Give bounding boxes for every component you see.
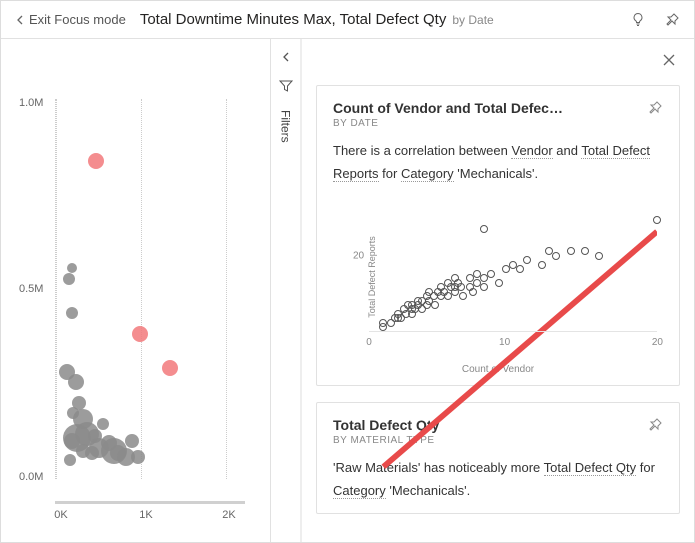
data-point[interactable] (63, 273, 75, 285)
card-scatter-chart[interactable]: Total Defect Reports 20 0 10 20 (333, 192, 663, 362)
header-title-sub: by Date (452, 13, 493, 27)
top-header: Exit Focus mode Total Downtime Minutes M… (1, 1, 694, 39)
data-point[interactable] (67, 407, 79, 419)
header-title: Total Downtime Minutes Max, Total Defect… (140, 11, 494, 28)
data-point[interactable] (76, 444, 90, 458)
data-point[interactable] (132, 326, 148, 342)
close-insights-button[interactable] (662, 53, 676, 72)
xtick: 2K (222, 509, 235, 521)
filters-rail: Filters (270, 39, 300, 542)
xtick: 20 (652, 337, 663, 348)
main-scatter-chart[interactable]: 1.0M 0.5M 0.0M 0K 1K 2K (1, 39, 270, 542)
collapse-filters-button[interactable] (281, 49, 291, 67)
pin-card-button[interactable] (647, 100, 663, 121)
data-point[interactable] (66, 307, 78, 319)
trendline (369, 198, 657, 486)
xtick: 0K (54, 509, 67, 521)
filters-label: Filters (279, 110, 293, 143)
link-category[interactable]: Category (401, 166, 454, 182)
data-point[interactable] (68, 374, 84, 390)
lightbulb-icon (630, 12, 646, 28)
insight-card-vendor-defect: Count of Vendor and Total Defec… BY DATE… (316, 85, 680, 386)
main-chart-panel: 1.0M 0.5M 0.0M 0K 1K 2K Filters (1, 39, 301, 542)
xtick: 0 (366, 337, 372, 348)
data-point[interactable] (162, 360, 178, 376)
link-vendor[interactable]: Vendor (511, 143, 552, 159)
data-point[interactable] (131, 450, 145, 464)
data-point[interactable] (64, 454, 76, 466)
ytick: 0.0M (19, 471, 43, 483)
data-point[interactable] (125, 434, 139, 448)
insights-panel: Count of Vendor and Total Defec… BY DATE… (301, 39, 694, 542)
card-body-text: There is a correlation between Vendor an… (333, 139, 663, 186)
xtick: 1K (139, 509, 152, 521)
ytick: 1.0M (19, 97, 43, 109)
pin-icon (664, 12, 680, 28)
filter-icon[interactable] (279, 79, 293, 98)
xtick: 10 (499, 337, 510, 348)
chevron-left-icon (15, 15, 25, 25)
exit-focus-button[interactable]: Exit Focus mode (7, 8, 134, 31)
data-point[interactable] (88, 153, 104, 169)
close-icon (662, 53, 676, 67)
pin-icon (647, 100, 663, 116)
funnel-icon (279, 79, 293, 93)
exit-focus-label: Exit Focus mode (29, 12, 126, 27)
chevron-left-icon (281, 52, 291, 62)
card-subtitle: BY DATE (333, 118, 563, 129)
ytick: 20 (353, 251, 364, 262)
header-title-main: Total Downtime Minutes Max, Total Defect… (140, 11, 447, 28)
data-point[interactable] (97, 418, 109, 430)
pin-button-header[interactable] (656, 4, 688, 36)
xaxis-scrollbar[interactable] (55, 501, 245, 504)
ytick: 0.5M (19, 283, 43, 295)
card-title: Count of Vendor and Total Defec… (333, 100, 563, 116)
lightbulb-button[interactable] (622, 4, 654, 36)
